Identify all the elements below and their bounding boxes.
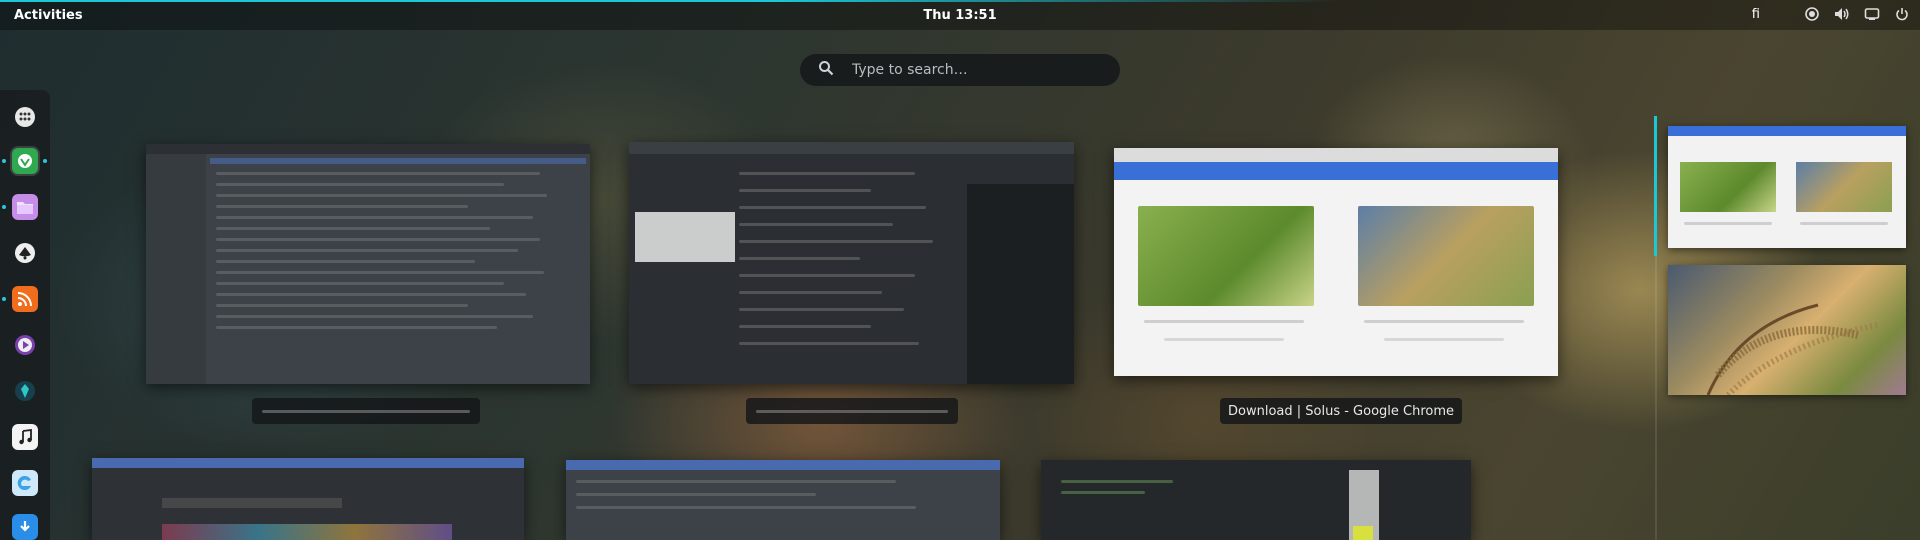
window-preview bbox=[566, 460, 1000, 540]
screenshot-thumbnail bbox=[1138, 206, 1314, 306]
search-icon bbox=[818, 60, 834, 80]
clock[interactable]: Thu 13:51 bbox=[0, 8, 1920, 23]
blurred-caption-text bbox=[756, 410, 948, 413]
screenshot-thumbnail bbox=[1358, 206, 1534, 306]
music-app-button[interactable] bbox=[12, 424, 38, 450]
active-workspace-indicator bbox=[1654, 116, 1657, 256]
privacy-app-button[interactable] bbox=[12, 378, 38, 404]
budgie-app-button[interactable] bbox=[10, 146, 40, 176]
files-app-icon bbox=[17, 202, 33, 214]
downloader-app-button[interactable] bbox=[12, 514, 38, 540]
grid-icon bbox=[15, 107, 35, 127]
media-player-app-icon bbox=[15, 335, 35, 355]
window-preview bbox=[629, 142, 1074, 384]
power-icon[interactable] bbox=[1894, 6, 1910, 22]
window-preview bbox=[92, 458, 524, 540]
search-box[interactable] bbox=[800, 54, 1120, 86]
grass-wallpaper-thumbnail bbox=[1706, 303, 1879, 395]
window-caption: Download | Solus - Google Chrome bbox=[1220, 398, 1463, 424]
network-icon[interactable] bbox=[1804, 6, 1820, 22]
browser-app-button[interactable] bbox=[12, 470, 38, 496]
volume-icon[interactable] bbox=[1834, 6, 1850, 22]
dash bbox=[0, 90, 50, 540]
clock-label: Thu 13:51 bbox=[923, 8, 997, 23]
workspace-thumbnail-1[interactable] bbox=[1668, 126, 1906, 248]
budgie-app-icon bbox=[18, 154, 32, 168]
music-note-icon bbox=[19, 429, 32, 445]
window-preview bbox=[1114, 148, 1558, 376]
system-tray: fi bbox=[1752, 6, 1910, 22]
keyboard-layout-indicator[interactable]: fi bbox=[1752, 7, 1760, 22]
workspace-thumbnail-2[interactable] bbox=[1668, 265, 1906, 395]
media-player-app-button[interactable] bbox=[12, 332, 38, 358]
privacy-app-icon bbox=[15, 381, 35, 401]
focused-indicator bbox=[43, 159, 47, 163]
inkscape-app-icon bbox=[15, 243, 35, 263]
browser-app-icon bbox=[17, 476, 31, 490]
rss-reader-app-button[interactable] bbox=[12, 286, 38, 312]
show-apps-button[interactable] bbox=[12, 104, 38, 130]
inkscape-app-button[interactable] bbox=[12, 240, 38, 266]
blurred-caption-text bbox=[262, 410, 470, 413]
window-preview bbox=[1041, 460, 1471, 540]
running-indicator bbox=[2, 297, 6, 301]
files-app-button[interactable] bbox=[12, 194, 38, 220]
running-indicator bbox=[2, 205, 6, 209]
window-preview bbox=[146, 144, 590, 384]
search-input[interactable] bbox=[850, 61, 1094, 79]
display-icon[interactable] bbox=[1864, 6, 1880, 22]
top-bar-accent bbox=[0, 0, 1920, 2]
running-indicator bbox=[2, 159, 6, 163]
rss-icon bbox=[17, 292, 32, 307]
top-bar: Activities Thu 13:51 fi bbox=[0, 0, 1920, 30]
download-arrow-icon bbox=[20, 521, 30, 532]
